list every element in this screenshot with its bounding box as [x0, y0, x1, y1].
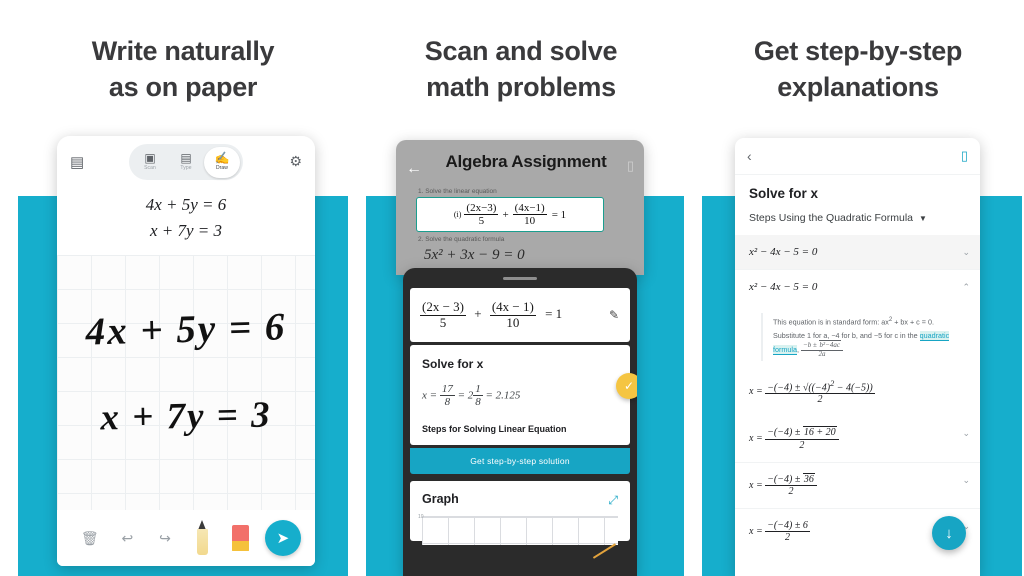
- phone-screen-draw: ▤ ▣ Scan ▤ Type ✍ Draw ⚙ 4x + 5y = 6 x +…: [57, 136, 315, 566]
- tab-type[interactable]: ▤ Type: [168, 147, 204, 178]
- redo-icon[interactable]: ↪: [146, 530, 184, 547]
- download-icon[interactable]: ↓: [932, 516, 966, 550]
- typeset-equation-1: 4x + 5y = 6: [145, 195, 227, 214]
- handwritten-equation-1: 4x + 5y = 6: [85, 305, 287, 354]
- solve-for-x-title: Solve for x: [422, 357, 484, 371]
- formula-step-expression: x = −(−4) ± 16 + 20 2: [749, 426, 839, 451]
- worksheet-problem-2-label: 2. Solve the quadratic formula: [418, 236, 505, 243]
- settings-icon[interactable]: ⚙: [289, 153, 302, 170]
- graph-y-label: 10: [418, 513, 424, 520]
- typeset-equations: 4x + 5y = 6 x + 7y = 3: [57, 188, 315, 255]
- graph-line: [592, 542, 616, 559]
- input-mode-tabs: ▣ Scan ▤ Type ✍ Draw: [129, 144, 243, 180]
- step-expression: x² − 4x − 5 = 0: [749, 246, 818, 258]
- tab-scan[interactable]: ▣ Scan: [132, 147, 168, 178]
- steps-page-title: Solve for x: [749, 186, 819, 201]
- solution-answer: x = 17 8 = 218 = 2.125: [422, 383, 521, 409]
- panel-heading-3-line1: Get step-by-step: [753, 36, 963, 66]
- explanation-part-1: This equation is in standard form: ax: [773, 317, 889, 327]
- get-step-by-step-solution-button[interactable]: Get step-by-step solution: [410, 447, 630, 474]
- check-icon[interactable]: ✓: [616, 373, 637, 399]
- chevron-down-icon[interactable]: ⌄: [962, 428, 970, 439]
- step-row[interactable]: x² − 4x − 5 = 0 ⌄: [735, 235, 980, 270]
- draw-top-bar: ▤ ▣ Scan ▤ Type ✍ Draw ⚙: [57, 136, 315, 188]
- formula-step-expression: x = −(−4) ± 36 2: [749, 472, 817, 497]
- method-label: Steps Using the Quadratic Formula: [749, 212, 913, 224]
- tab-type-label: Type: [180, 165, 192, 171]
- step-expression: x² − 4x − 5 = 0: [749, 281, 818, 293]
- graph-title: Graph: [422, 491, 459, 506]
- dropdown-caret-icon: ▼: [919, 213, 927, 223]
- step-row[interactable]: x² − 4x − 5 = 0 ⌃: [735, 270, 980, 304]
- pencil-icon: [196, 520, 209, 556]
- device-icon[interactable]: ▯: [961, 148, 968, 164]
- undo-icon[interactable]: ↩: [109, 530, 147, 547]
- solve-for-x-card: Solve for x x = 17 8 = 218 = 2.125 Steps …: [410, 345, 637, 445]
- solution-equation: (2x − 3) 5 + (4x − 1) 10 = 1: [420, 298, 563, 330]
- arrow-left-icon[interactable]: ←: [406, 160, 422, 178]
- formula-step-expression: x = −(−4) ± 62: [749, 520, 810, 544]
- panel-heading-3: Get step-by-step explanations: [694, 34, 1022, 105]
- draw-bottom-toolbar: 🗑 ↩ ↪ ➤: [57, 510, 315, 566]
- chevron-up-icon[interactable]: ⌃: [962, 282, 970, 293]
- phone-screen-steps: ‹ ▯ Solve for x Steps Using the Quadrati…: [735, 138, 980, 576]
- solution-equation-card[interactable]: (2x − 3) 5 + (4x − 1) 10 = 1 ✎: [410, 288, 630, 342]
- panel-heading-1: Write naturally as on paper: [18, 34, 348, 105]
- trash-icon[interactable]: 🗑: [71, 530, 109, 547]
- worksheet-quadratic-equation: 5x² + 3x − 9 = 0: [424, 247, 525, 263]
- tab-draw[interactable]: ✍ Draw: [204, 146, 240, 178]
- worksheet-title: Algebra Assignment: [445, 152, 607, 171]
- chevron-left-icon[interactable]: ‹: [747, 148, 752, 164]
- keyboard-icon: ▤: [180, 151, 192, 165]
- panel-heading-2-line2: math problems: [426, 71, 616, 102]
- hand-draw-icon: ✍: [214, 151, 230, 165]
- send-icon[interactable]: ➤: [264, 520, 301, 556]
- explanation-formula: −b ± b²−4ac 2a: [800, 340, 843, 358]
- solution-sheet: (2x − 3) 5 + (4x − 1) 10 = 1 ✎ Solve for x…: [403, 268, 637, 576]
- panel-heading-3-line2: explanations: [777, 71, 939, 102]
- camera-icon: ▣: [144, 151, 156, 165]
- handwriting-canvas[interactable]: 4x + 5y = 6 x + 7y = 3: [57, 255, 315, 535]
- formula-step-row[interactable]: x = −(−4) ± √((−4)2 − 4(−5)) 2: [735, 365, 980, 417]
- typeset-equation-2: x + 7y = 3: [149, 220, 223, 240]
- handwritten-equation-2: x + 7y = 3: [100, 394, 272, 439]
- step-explanation: This equation is in standard form: ax2 +…: [761, 313, 966, 361]
- panel-heading-1-line1: Write naturally: [91, 36, 275, 66]
- graph-card[interactable]: Graph ⤢ 10: [410, 480, 630, 559]
- formula-step-row[interactable]: x = −(−4) ± 36 2 ⌄: [735, 463, 980, 510]
- panel-heading-2: Scan and solve math problems: [358, 34, 684, 105]
- panel-heading-1-line2: as on paper: [108, 71, 258, 102]
- tab-draw-label: Draw: [215, 165, 229, 171]
- steps-top-bar: ‹ ▯: [735, 138, 980, 175]
- chevron-down-icon[interactable]: ⌄: [962, 475, 970, 486]
- chevron-down-icon[interactable]: ⌄: [962, 247, 970, 258]
- graph-plot: 10: [418, 514, 618, 559]
- library-icon[interactable]: ▤: [70, 153, 84, 171]
- expand-icon[interactable]: ⤢: [608, 493, 618, 508]
- formula-step-expression: x = −(−4) ± √((−4)2 − 4(−5)) 2: [749, 378, 875, 406]
- worksheet-problem-1-label: 1. Solve the linear equation: [418, 188, 497, 195]
- panel-heading-2-line1: Scan and solve: [424, 36, 618, 66]
- pencil-tool[interactable]: [184, 520, 222, 556]
- tab-scan-label: Scan: [144, 165, 156, 171]
- scan-preview-screen: ← Algebra Assignment ▯ 1. Solve the line…: [396, 140, 644, 275]
- eraser-tool[interactable]: [221, 524, 259, 552]
- steps-label: Steps for Solving Linear Equation: [422, 423, 567, 434]
- eraser-icon: [231, 524, 249, 552]
- promo-screenshot-stage: Write naturally as on paper Scan and sol…: [0, 0, 1024, 576]
- sheet-drag-handle[interactable]: [503, 277, 537, 280]
- formula-step-row[interactable]: x = −(−4) ± 16 + 20 2 ⌄: [735, 416, 980, 463]
- method-selector[interactable]: Steps Using the Quadratic Formula ▼: [735, 201, 980, 235]
- flash-icon[interactable]: ▯: [627, 158, 634, 174]
- detected-equation-highlight[interactable]: (i) (2x−3) 5 + (4x−1) 10 = 1: [416, 197, 604, 232]
- pencil-edit-icon[interactable]: ✎: [609, 308, 619, 322]
